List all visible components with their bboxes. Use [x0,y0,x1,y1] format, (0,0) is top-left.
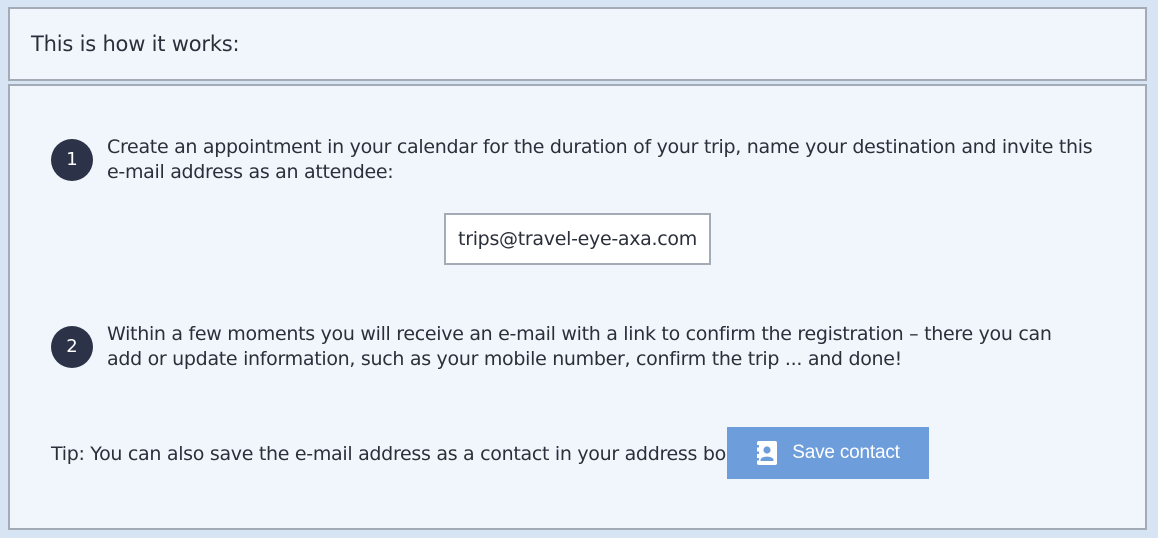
step-1-text: Create an appointment in your calendar f… [107,136,1093,183]
step-1-badge: 1 [51,139,93,181]
save-contact-label: Save contact [792,442,900,463]
instructions-panel: 1 Create an appointment in your calendar… [8,84,1147,530]
save-contact-button[interactable]: Save contact [727,427,929,479]
email-address-box[interactable]: trips@travel-eye-axa.com [444,213,711,265]
address-book-icon [756,440,778,466]
header-panel: This is how it works: [8,7,1147,81]
step-2-badge: 2 [51,326,93,368]
tip-text: Tip: You can also save the e-mail addres… [51,443,754,465]
step-2-text: Within a few moments you will receive an… [107,323,1052,370]
page-title: This is how it works: [31,32,240,56]
page-frame: This is how it works: 1 Create an appoin… [0,0,1158,538]
